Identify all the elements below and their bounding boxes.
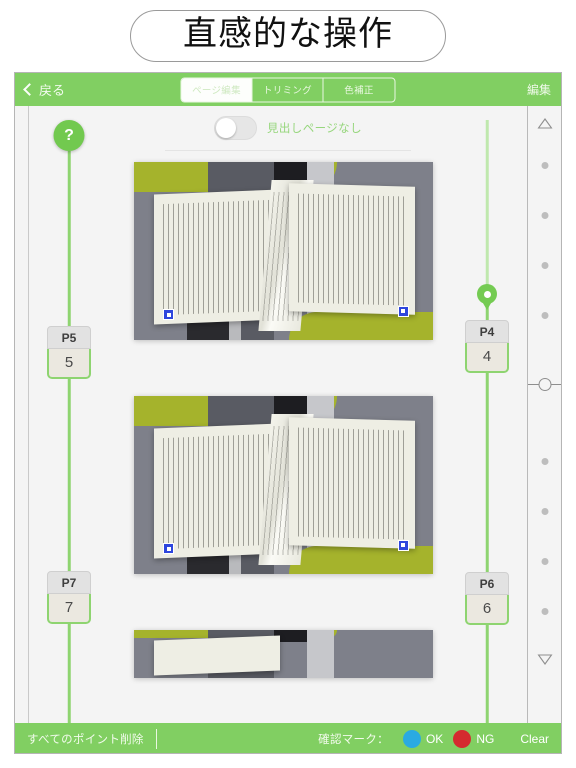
clear-button[interactable]: Clear [520, 732, 549, 746]
book-text-lines [297, 193, 406, 306]
pin-tip [480, 298, 494, 310]
point-marker-p6[interactable]: P6 6 [465, 572, 509, 625]
toolbar-divider [155, 729, 157, 749]
right-rail-line-faded [485, 120, 489, 292]
point-number[interactable]: 7 [47, 594, 91, 624]
title-banner: 直感的な操作 [0, 0, 576, 72]
page-photo-1[interactable] [133, 162, 433, 340]
blue-circle-icon [402, 730, 421, 748]
scrubber-dot[interactable] [541, 458, 548, 465]
left-point-rail[interactable]: ? P5 5 P7 7 [29, 106, 109, 753]
scrubber-dot[interactable] [541, 212, 548, 219]
triangle-up-icon[interactable] [537, 118, 552, 129]
point-marker-p4[interactable]: P4 4 [465, 320, 509, 373]
scrubber-dot[interactable] [541, 558, 548, 565]
tab-color-correction[interactable]: 色補正 [324, 78, 395, 101]
circle-handle-icon[interactable] [538, 378, 551, 391]
scrubber-dot[interactable] [541, 162, 548, 169]
scrubber-dot[interactable] [541, 508, 548, 515]
toggle-knob [216, 118, 236, 138]
point-label: P7 [47, 571, 91, 594]
red-circle-icon [453, 730, 472, 748]
page-scrubber[interactable] [528, 106, 561, 753]
left-rail-line [67, 151, 71, 753]
page-thumbnail-list[interactable] [127, 162, 439, 753]
scrubber-dot[interactable] [541, 262, 548, 269]
ng-mark-button[interactable]: NG [453, 730, 494, 748]
back-button-label: 戻る [39, 83, 66, 98]
bottom-toolbar: すべてのポイント削除 確認マーク： OK NG Clear [15, 723, 561, 753]
photo-desk-green-bottom [288, 311, 433, 340]
confirmation-mark-label: 確認マーク： [318, 734, 389, 746]
content-area: 見出しページなし ? P5 5 P7 7 P4 4 P6 6 すべてのポイント削… [15, 106, 561, 753]
book-right-page [288, 183, 415, 316]
app-window: 戻る ページ編集 トリミング 色補正 編集 見出しページなし ? P5 5 P7… [14, 72, 562, 754]
blue-square-marker[interactable] [163, 309, 175, 321]
toolbar-separator [165, 150, 411, 151]
point-number[interactable]: 6 [465, 595, 509, 625]
tab-page-edit[interactable]: ページ編集 [181, 78, 253, 101]
book-text-lines [297, 427, 406, 540]
map-pin-icon[interactable] [477, 284, 497, 310]
blue-square-marker[interactable] [397, 539, 409, 551]
heading-page-toggle[interactable] [214, 116, 257, 140]
photo-desk-green-bottom [288, 545, 433, 574]
right-point-rail[interactable]: P4 4 P6 6 [447, 106, 527, 753]
photo-light-band [306, 630, 334, 678]
triangle-down-icon[interactable] [537, 654, 552, 665]
point-number[interactable]: 4 [465, 343, 509, 373]
top-navigation-bar: 戻る ページ編集 トリミング 色補正 編集 [15, 73, 561, 106]
scrubber-handle[interactable] [528, 378, 561, 391]
scrubber-dot[interactable] [541, 608, 548, 615]
book-right-page [288, 417, 415, 550]
blue-square-marker[interactable] [397, 305, 409, 317]
edit-button[interactable]: 編集 [527, 81, 551, 98]
confirmation-mark-group: 確認マーク： OK NG Clear [318, 730, 549, 748]
ok-label: OK [425, 732, 444, 746]
point-label: P6 [465, 572, 509, 595]
book-text-lines [163, 200, 272, 316]
heading-page-toggle-label: 見出しページなし [267, 123, 362, 135]
ng-label: NG [476, 732, 495, 746]
point-label: P4 [465, 320, 509, 343]
help-button[interactable]: ? [53, 120, 85, 151]
page-photo-3-partial[interactable] [133, 630, 433, 678]
delete-all-points-button[interactable]: すべてのポイント削除 [27, 731, 144, 747]
point-label: P5 [47, 326, 91, 349]
tab-trimming[interactable]: トリミング [253, 78, 324, 101]
scrubber-dot[interactable] [541, 312, 548, 319]
book-left-page [154, 635, 280, 676]
chevron-left-icon [23, 83, 36, 96]
segmented-control[interactable]: ページ編集 トリミング 色補正 [180, 77, 396, 102]
point-number[interactable]: 5 [47, 349, 91, 379]
ok-mark-button[interactable]: OK [402, 730, 444, 748]
point-marker-p5[interactable]: P5 5 [47, 326, 91, 379]
point-marker-p7[interactable]: P7 7 [47, 571, 91, 624]
blue-square-marker[interactable] [163, 543, 175, 555]
back-button[interactable]: 戻る [23, 80, 66, 99]
page-title: 直感的な操作 [130, 9, 446, 63]
book-text-lines [163, 434, 272, 550]
right-rail-line [485, 306, 489, 753]
page-photo-2[interactable] [133, 396, 433, 574]
